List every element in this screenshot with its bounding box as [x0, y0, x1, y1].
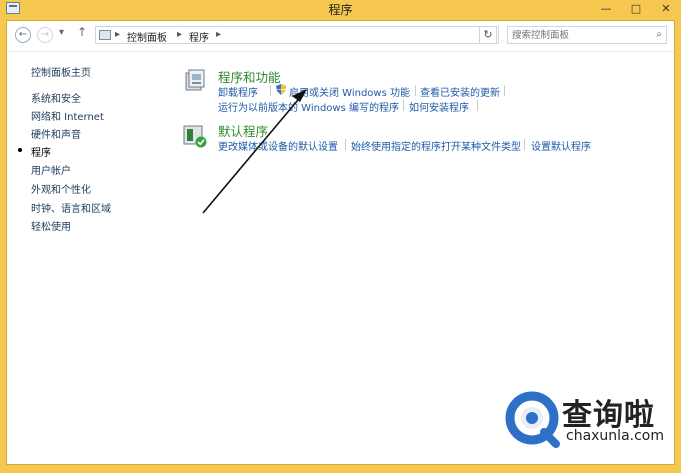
watermark-url: chaxunla.com: [566, 428, 664, 444]
window-frame: 程序 — □ ✕ ← → ▾ ↑ ▸ 控制面板 ▸ 程序 ▸ ⌄ ↻: [0, 0, 681, 473]
watermark: 查询啦 chaxunla.com: [504, 388, 674, 458]
watermark-logo-icon: [505, 391, 560, 448]
